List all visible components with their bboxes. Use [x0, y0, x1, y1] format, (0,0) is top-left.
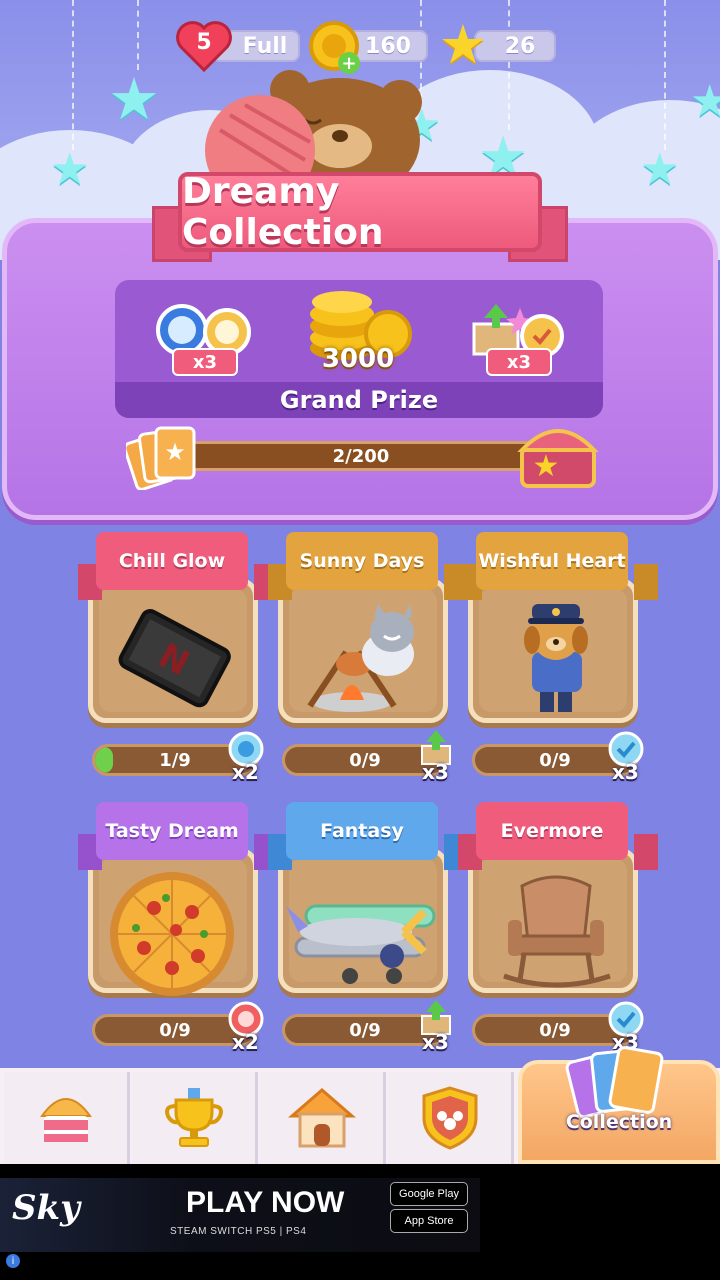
pizza-illustration: [110, 872, 234, 996]
ad-platforms: STEAM SWITCH PS5 | PS4: [170, 1226, 307, 1237]
album-progress-text: 0/9: [349, 749, 381, 771]
nav-collection-label: Collection: [565, 1111, 673, 1133]
trophy-icon: [164, 1088, 223, 1147]
ad-info-icon[interactable]: i: [6, 1254, 20, 1268]
card-stack-icon: ★: [126, 426, 196, 490]
nav-tab-leaderboard[interactable]: [132, 1072, 258, 1164]
album-title: Chill Glow: [96, 532, 248, 590]
album-progress-text: 0/9: [539, 749, 571, 771]
album-progress-text: 0/9: [159, 1019, 191, 1041]
biplane-illustration: [286, 904, 436, 984]
album-card-chill-glow[interactable]: Chill Glow N 1/9 x2: [78, 532, 278, 784]
album-card-evermore[interactable]: Evermore 0/9 x3: [458, 802, 658, 1054]
collection-progress-text: 2/200: [332, 445, 390, 467]
star-decoration-icon: ★: [640, 144, 680, 195]
team-shield-icon: [422, 1086, 477, 1150]
album-reward-multiplier: x3: [612, 760, 639, 784]
banner-tail: [634, 834, 658, 870]
album-reward-multiplier: x3: [422, 1030, 449, 1054]
star-decoration-icon: ★: [50, 144, 90, 195]
heart-icon: 5: [176, 20, 232, 72]
svg-text:★: ★: [533, 449, 560, 484]
right-reward-multiplier: x3: [486, 348, 552, 376]
campfire-cat-illustration: [307, 604, 414, 712]
collection-progress-bar: 2/200: [178, 441, 544, 471]
page-title: Dreamy Collection: [178, 171, 542, 253]
album-title: Fantasy: [286, 802, 438, 860]
grand-prize-label: Grand Prize: [115, 382, 603, 418]
nav-tab-home[interactable]: [260, 1072, 386, 1164]
star-decoration-icon: ★: [690, 76, 720, 127]
album-card-fantasy[interactable]: Fantasy 0/9 x3: [268, 802, 468, 1054]
album-title: Tasty Dream: [96, 802, 248, 860]
google-play-badge[interactable]: Google Play: [390, 1182, 468, 1206]
album-reward-multiplier: x2: [232, 760, 259, 784]
ad-logo: Sky: [12, 1188, 80, 1228]
album-progress-fill: [95, 747, 113, 773]
album-reward-multiplier: x2: [232, 1030, 259, 1054]
star-icon: ★: [438, 13, 488, 76]
album-title: Wishful Heart: [476, 532, 628, 590]
star-count: 26: [504, 33, 536, 59]
album-card-wishful-heart[interactable]: Wishful Heart 0/9 x3: [458, 532, 658, 784]
svg-text:★: ★: [164, 438, 186, 466]
album-progress-text: 0/9: [539, 1019, 571, 1041]
police-dog-illustration: [524, 604, 588, 712]
album-progress-text: 0/9: [349, 1019, 381, 1041]
album-title: Evermore: [476, 802, 628, 860]
coin-count: 160: [365, 33, 411, 59]
home-icon: [287, 1088, 356, 1148]
left-reward-multiplier: x3: [172, 348, 238, 376]
rocking-chair-illustration: [503, 875, 611, 988]
star-decoration-icon: ★: [108, 65, 160, 133]
nav-tab-shop[interactable]: [4, 1072, 130, 1164]
treasure-chest-icon[interactable]: ★: [516, 420, 600, 490]
app-store-badge[interactable]: App Store: [390, 1209, 468, 1233]
lives-status-label: Full: [242, 33, 288, 59]
album-card-tasty-dream[interactable]: Tasty Dream 0/9 x2: [78, 802, 278, 1054]
album-progress-text: 1/9: [159, 749, 191, 771]
tablet-illustration: N: [118, 609, 231, 708]
grand-prize-coin-amount: 3000: [321, 344, 395, 374]
album-title: Sunny Days: [286, 532, 438, 590]
shop-icon: [39, 1098, 92, 1142]
add-coins-button[interactable]: +: [338, 52, 360, 74]
lives-count: 5: [196, 30, 212, 55]
ad-play-now-button[interactable]: PLAY NOW: [186, 1186, 344, 1220]
album-card-sunny-days[interactable]: Sunny Days 0/9 x3: [268, 532, 468, 784]
nav-tab-team[interactable]: [388, 1072, 514, 1164]
album-reward-multiplier: x3: [422, 760, 449, 784]
banner-tail: [634, 564, 658, 600]
